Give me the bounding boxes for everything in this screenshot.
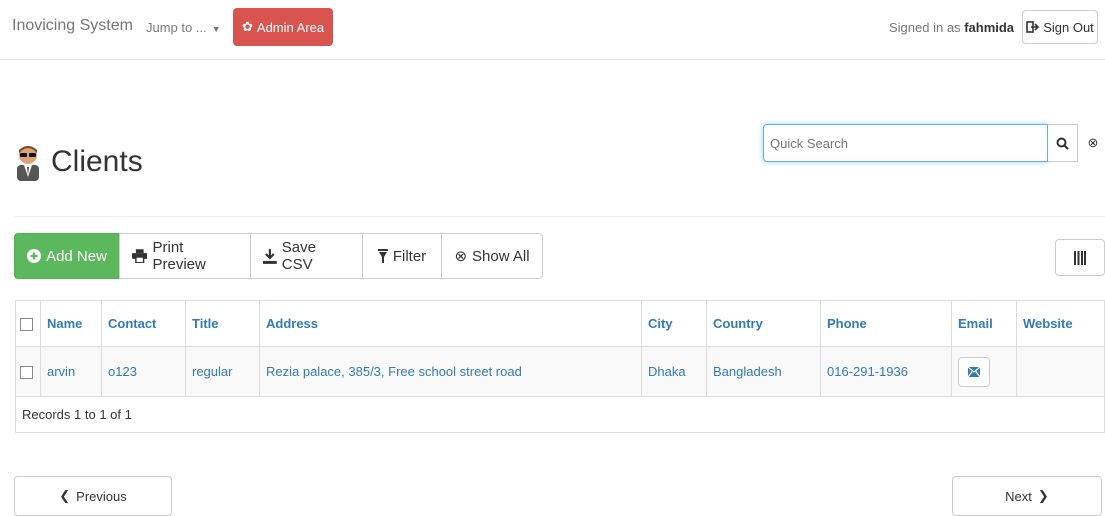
print-preview-label: Print Preview	[152, 239, 206, 273]
cell-email	[951, 346, 1017, 397]
username: fahmida	[964, 20, 1015, 35]
download-icon	[263, 248, 277, 264]
show-all-label: Show All	[472, 247, 530, 265]
col-contact[interactable]: Contact	[101, 300, 186, 347]
col-address[interactable]: Address	[259, 300, 642, 347]
row-select-cell	[15, 346, 41, 397]
chevron-right-icon: ❯	[1037, 488, 1049, 503]
cell-country[interactable]: Bangladesh	[706, 346, 821, 397]
filter-label: Filter	[392, 247, 427, 265]
signed-in-text: Signed in as fahmida	[889, 20, 1014, 35]
records-count: Records 1 to 1 of 1	[15, 396, 1105, 433]
select-all-checkbox[interactable]	[20, 318, 33, 332]
sign-out-label: Sign Out	[1043, 19, 1094, 35]
page-header: Clients	[15, 143, 143, 181]
admin-area-button[interactable]: ✿ Admin Area	[233, 8, 334, 46]
sign-out-icon	[1026, 21, 1040, 33]
col-website[interactable]: Website	[1016, 300, 1105, 347]
person-icon	[17, 146, 39, 181]
add-new-label: Add New	[46, 247, 107, 265]
table-footer-row: Records 1 to 1 of 1	[15, 396, 1105, 433]
columns-icon	[1074, 250, 1086, 265]
col-title[interactable]: Title	[185, 300, 260, 347]
save-csv-button[interactable]: Save CSV	[250, 233, 363, 279]
jump-to-label: Jump to ...	[146, 20, 207, 35]
divider	[15, 216, 1105, 217]
cell-phone[interactable]: 016-291-1936	[820, 346, 952, 397]
show-all-button[interactable]: ⊗ Show All	[441, 233, 543, 279]
col-email[interactable]: Email	[951, 300, 1017, 347]
table-row: arvin o123 regular Rezia palace, 385/3, …	[15, 346, 1105, 397]
cell-title[interactable]: regular	[185, 346, 260, 397]
quick-search: ⊗	[763, 124, 1105, 162]
search-icon	[1056, 137, 1069, 150]
clear-search-button[interactable]: ⊗	[1078, 124, 1105, 162]
clients-table: Name Contact Title Address City Country …	[15, 300, 1105, 433]
next-button[interactable]: Next ❯	[952, 476, 1102, 516]
save-csv-label: Save CSV	[281, 239, 316, 273]
plus-circle-icon	[27, 249, 42, 263]
col-city[interactable]: City	[641, 300, 707, 347]
caret-down-icon: ▼	[211, 24, 221, 34]
table-header-row: Name Contact Title Address City Country …	[15, 300, 1105, 347]
cell-name[interactable]: arvin	[40, 346, 102, 397]
col-phone[interactable]: Phone	[820, 300, 952, 347]
clear-icon: ⊗	[1087, 135, 1099, 150]
cell-contact[interactable]: o123	[101, 346, 186, 397]
filter-icon	[377, 249, 388, 263]
signed-in-prefix: Signed in as	[889, 20, 961, 35]
jump-to-menu[interactable]: Jump to ... ▼	[146, 20, 221, 35]
select-all-cell	[15, 300, 41, 347]
col-name[interactable]: Name	[40, 300, 102, 347]
add-new-button[interactable]: Add New	[14, 233, 120, 279]
search-button[interactable]	[1048, 124, 1078, 162]
print-preview-button[interactable]: Print Preview	[119, 233, 251, 279]
row-checkbox[interactable]	[20, 366, 33, 380]
envelope-icon	[968, 366, 980, 377]
email-button[interactable]	[958, 356, 990, 387]
next-label: Next	[1005, 488, 1032, 504]
cell-city[interactable]: Dhaka	[641, 346, 707, 397]
columns-button[interactable]	[1055, 239, 1105, 276]
filter-button[interactable]: Filter	[362, 233, 442, 279]
search-input[interactable]	[763, 124, 1048, 162]
previous-button[interactable]: ❮ Previous	[14, 476, 172, 516]
app-brand[interactable]: Inovicing System	[12, 17, 133, 35]
toolbar: Add New Print Preview Save CSV Filter ⊗ …	[14, 233, 543, 279]
page-title: Clients	[51, 145, 143, 178]
cell-address[interactable]: Rezia palace, 385/3, Free school street …	[259, 346, 642, 397]
sign-out-button[interactable]: Sign Out	[1022, 10, 1098, 44]
chevron-left-icon: ❮	[59, 488, 71, 503]
col-country[interactable]: Country	[706, 300, 821, 347]
remove-circle-icon: ⊗	[454, 248, 468, 265]
top-navbar: Inovicing System Jump to ... ▼ ✿ Admin Ar…	[0, 0, 1105, 60]
previous-label: Previous	[76, 488, 127, 504]
cog-icon: ✿	[242, 19, 253, 34]
print-icon	[132, 249, 148, 263]
admin-area-label: Admin Area	[256, 19, 325, 35]
cell-website[interactable]	[1016, 346, 1105, 397]
